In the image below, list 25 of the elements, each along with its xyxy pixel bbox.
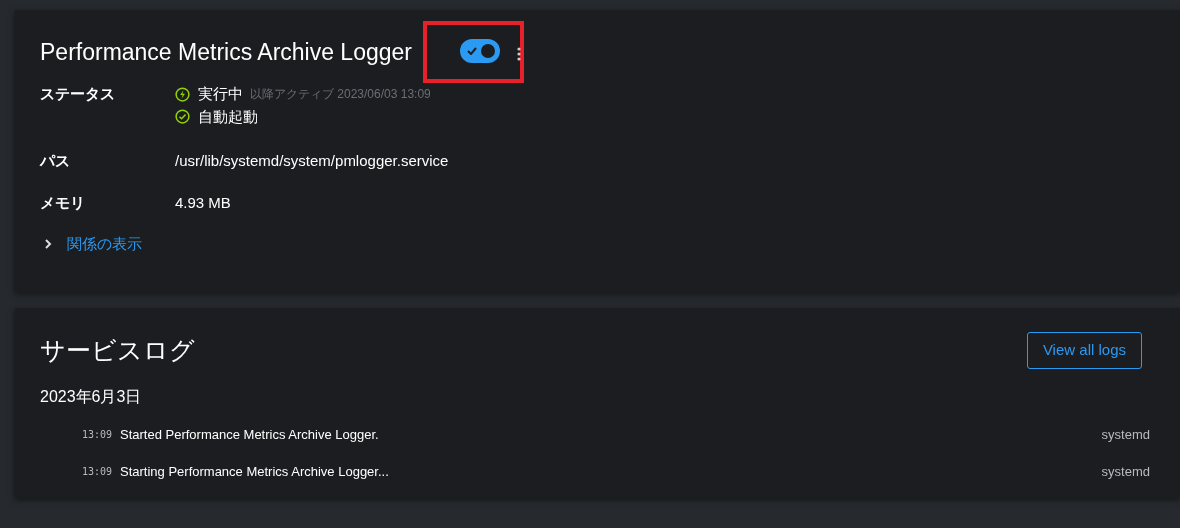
log-source: systemd — [1101, 425, 1150, 444]
section-title: サービスログ — [40, 335, 195, 366]
toggle-switch[interactable] — [460, 39, 500, 64]
field-value: /usr/lib/systemd/system/pmlogger.service — [175, 151, 449, 171]
view-logs-button[interactable]: View all logs — [1026, 332, 1142, 369]
status-text: 自動起動 — [197, 106, 258, 127]
relations-link[interactable]: 関係の表示 — [66, 233, 142, 256]
check-circle-icon — [175, 109, 190, 125]
log-source: systemd — [1101, 462, 1150, 481]
status-note: 以降アクティブ 2023/06/03 13:09 — [250, 86, 431, 104]
log-time: 13:09 — [82, 465, 114, 479]
service-title: Performance Metrics Archive Logger — [40, 37, 412, 67]
field-label: パス — [40, 151, 71, 171]
power-icon — [175, 86, 190, 102]
status-text: 実行中 — [197, 84, 243, 104]
log-time: 13:09 — [82, 428, 114, 442]
kebab-icon[interactable] — [517, 47, 521, 61]
field-label: メモリ — [40, 192, 86, 213]
check-icon — [467, 47, 477, 56]
log-message: Started Performance Metrics Archive Logger. — [120, 425, 380, 444]
chevron-icon[interactable] — [43, 238, 52, 251]
field-label: ステータス — [40, 84, 116, 104]
field-value: 4.93 MB — [175, 192, 231, 213]
date-heading: 2023年6月3日 — [40, 386, 143, 407]
log-message: Starting Performance Metrics Archive Logger... — [120, 462, 390, 481]
